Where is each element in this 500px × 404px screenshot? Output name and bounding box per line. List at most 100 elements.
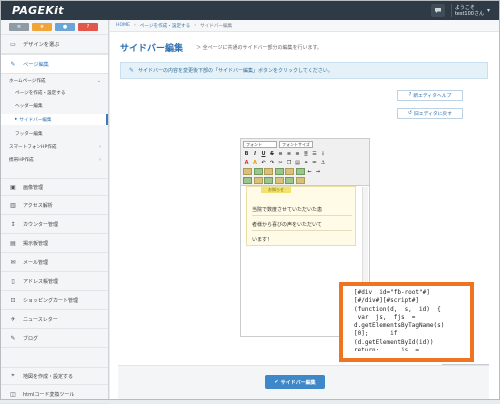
quick-user-icon[interactable]: ● <box>55 23 75 31</box>
insert-image-icon[interactable] <box>243 168 252 175</box>
unlink-icon[interactable]: ⚮ <box>311 159 318 166</box>
insert-table-icon[interactable] <box>264 168 273 175</box>
sidebar-item-design[interactable]: ▭ デザインを選ぶ <box>1 34 108 54</box>
sidebar-item-addressbook[interactable]: ▯ アドレス帳管理 <box>1 273 108 291</box>
quick-help-icon[interactable]: ? <box>78 23 98 31</box>
bold-icon[interactable]: B <box>243 150 250 157</box>
sidebar-item-label: ニュースレター <box>23 317 58 323</box>
newsletter-icon: ✈ <box>10 316 16 323</box>
align-right-icon[interactable]: ≡ <box>294 150 301 157</box>
paste-icon[interactable]: ▤ <box>294 159 301 166</box>
font-select[interactable]: フォント <box>243 141 277 148</box>
blog-icon: ✎ <box>10 335 16 342</box>
sidebar-item-cart[interactable]: ⊡ ショッピングカート管理 <box>1 292 108 310</box>
sidebar-item-page-create-setting[interactable]: ページを作成・設定する <box>1 87 108 98</box>
sidebar-item-header-edit[interactable]: ヘッダー編集 <box>1 100 108 111</box>
sidebar-item-label: 地図を作成・設定する <box>23 373 74 380</box>
pagekit-logo[interactable]: PAGEKit <box>12 4 64 17</box>
font-size-select-label: フォントサイズ <box>282 141 310 147</box>
breadcrumb-home[interactable]: HOME <box>116 23 130 28</box>
layout-icon[interactable] <box>253 177 263 184</box>
bg-color-icon[interactable]: A <box>252 159 259 166</box>
sidebar-item-mail[interactable]: ✉ メール管理 <box>1 254 108 272</box>
sidebar-item-access[interactable]: ▥ アクセス解析 <box>1 197 108 215</box>
insert-map-icon[interactable] <box>295 168 305 175</box>
breadcrumb-separator: › <box>194 23 197 28</box>
anchor-icon[interactable]: ⚓ <box>320 159 327 166</box>
justify-icon[interactable]: ≣ <box>303 150 310 157</box>
sidebar-item-page-edit[interactable]: ✎ ページ編集 <box>1 54 108 74</box>
undo-icon[interactable]: ↶ <box>260 159 267 166</box>
arrow-right-icon[interactable]: → <box>315 168 322 175</box>
sidebar-item-label: htmlコード変換ツール <box>23 392 75 398</box>
chat-icon[interactable] <box>430 4 445 17</box>
underline-icon[interactable]: U <box>260 150 267 157</box>
monitor-icon: ▭ <box>10 40 16 48</box>
arrow-left-icon[interactable]: ← <box>306 168 313 175</box>
redo-icon[interactable]: ↷ <box>269 159 276 166</box>
user-name: test100さん <box>454 10 484 17</box>
card-line-3: います！ <box>252 237 273 243</box>
quick-menu-icon[interactable]: ≡ <box>9 23 29 31</box>
user-greeting: ようこそ test100さん <box>455 5 484 17</box>
save-button-label: サイドバー編集 <box>280 379 316 386</box>
chevron-down-icon: ▾ <box>486 7 490 14</box>
sidebar-item-homepage-create[interactable]: ホームページ作成 ⌄ <box>1 75 108 86</box>
source-icon[interactable] <box>295 177 305 184</box>
breadcrumb-page-create[interactable]: ページを作成・設定する <box>140 23 190 29</box>
sidebar-item-sidebar-edit[interactable]: ▸ サイドバー編集 <box>1 114 108 125</box>
gallery-icon[interactable] <box>274 177 284 184</box>
editor-toolbar-row-1: B I U S ≡ ≡ ≡ ≣ ☰ ⋮ <box>243 150 327 157</box>
link-icon[interactable]: ⚭ <box>303 159 310 166</box>
insert-photo-icon[interactable] <box>253 168 263 175</box>
list-icon[interactable]: ☰ <box>311 150 318 157</box>
numbered-list-icon[interactable]: ⋮ <box>320 150 327 157</box>
sidebar-item-label: ヘッダー編集 <box>15 103 43 109</box>
breadcrumb-separator: › <box>133 23 136 28</box>
editor-toolbar-row-4 <box>243 177 305 184</box>
info-text: サイドバーの内容を変更後下部の「サイドバー編集」ボタンをクリックしてください。 <box>138 68 333 74</box>
strike-icon[interactable]: S <box>269 150 276 157</box>
sidebar-item-label: アドレス帳管理 <box>23 279 59 285</box>
sidebar-item-label: メール管理 <box>23 260 49 266</box>
widget-icon[interactable] <box>264 177 273 184</box>
cut-icon[interactable]: ✂ <box>277 159 284 166</box>
card-line-2: 者様から喜びの声をいただいて <box>252 222 322 228</box>
sidebar-item-smartphone[interactable]: スマートフォンHP作成 ‹ <box>1 141 108 152</box>
old-editor-back-button[interactable]: ↺ 旧エディタに戻す <box>397 108 463 119</box>
sidebar-item-images[interactable]: ▣ 画像管理 <box>1 178 108 196</box>
align-center-icon[interactable]: ≡ <box>286 150 293 157</box>
copy-icon[interactable]: ❐ <box>286 159 293 166</box>
code-icon: ◫ <box>10 391 16 398</box>
insert-file-icon[interactable] <box>285 168 294 175</box>
page-title: サイドバー編集 <box>120 44 184 54</box>
sidebar-item-blog[interactable]: ✎ ブログ <box>1 330 108 348</box>
sidebar-item-label: サイドバー編集 <box>19 117 52 123</box>
addressbook-icon: ▯ <box>11 278 15 285</box>
italic-icon[interactable]: I <box>252 150 259 157</box>
font-size-select[interactable]: フォントサイズ <box>279 141 313 148</box>
sidebar-item-map[interactable]: ⌖ 地図を作成・設定する <box>1 367 108 385</box>
sidebar-item-newsletter[interactable]: ✈ ニュースレター <box>1 311 108 329</box>
map-icon: ⌖ <box>11 372 15 379</box>
sidebar-item-mobile[interactable]: 携帯HP作成 ‹ <box>1 154 108 165</box>
new-editor-help-button[interactable]: ? 新エディタヘルプ <box>397 90 463 101</box>
sidebar-item-board[interactable]: ▤ 掲示板管理 <box>1 235 108 253</box>
sidebar-item-counter[interactable]: ↕ カウンター管理 <box>1 216 108 234</box>
chevron-down-icon: ⌄ <box>96 77 101 84</box>
align-left-icon[interactable]: ≡ <box>277 150 284 157</box>
sidebar-item-label: デザインを選ぶ <box>23 41 60 48</box>
quick-star-icon[interactable]: ★ <box>32 23 52 31</box>
block-icon[interactable] <box>285 177 294 184</box>
sidebar-save-button[interactable]: ✔ サイドバー編集 <box>265 375 325 389</box>
sidebar-item-label: ブログ <box>23 336 39 342</box>
text-color-icon[interactable]: A <box>243 159 250 166</box>
template-icon[interactable] <box>243 177 252 184</box>
sidebar-item-footer-edit[interactable]: フッター編集 <box>1 128 108 139</box>
embed-code-text[interactable]: [#div id="fb-root"#] [#/div#][#script#] … <box>354 289 466 351</box>
card-banner: お知らせ <box>261 187 291 193</box>
insert-media-icon[interactable] <box>274 168 284 175</box>
user-menu[interactable]: ようこそ test100さん ▾ <box>450 4 493 17</box>
sidebar-quick-buttons: ≡ ★ ● ? <box>1 20 108 33</box>
sidebar-item-html-tool[interactable]: ◫ htmlコード変換ツール <box>1 386 108 404</box>
